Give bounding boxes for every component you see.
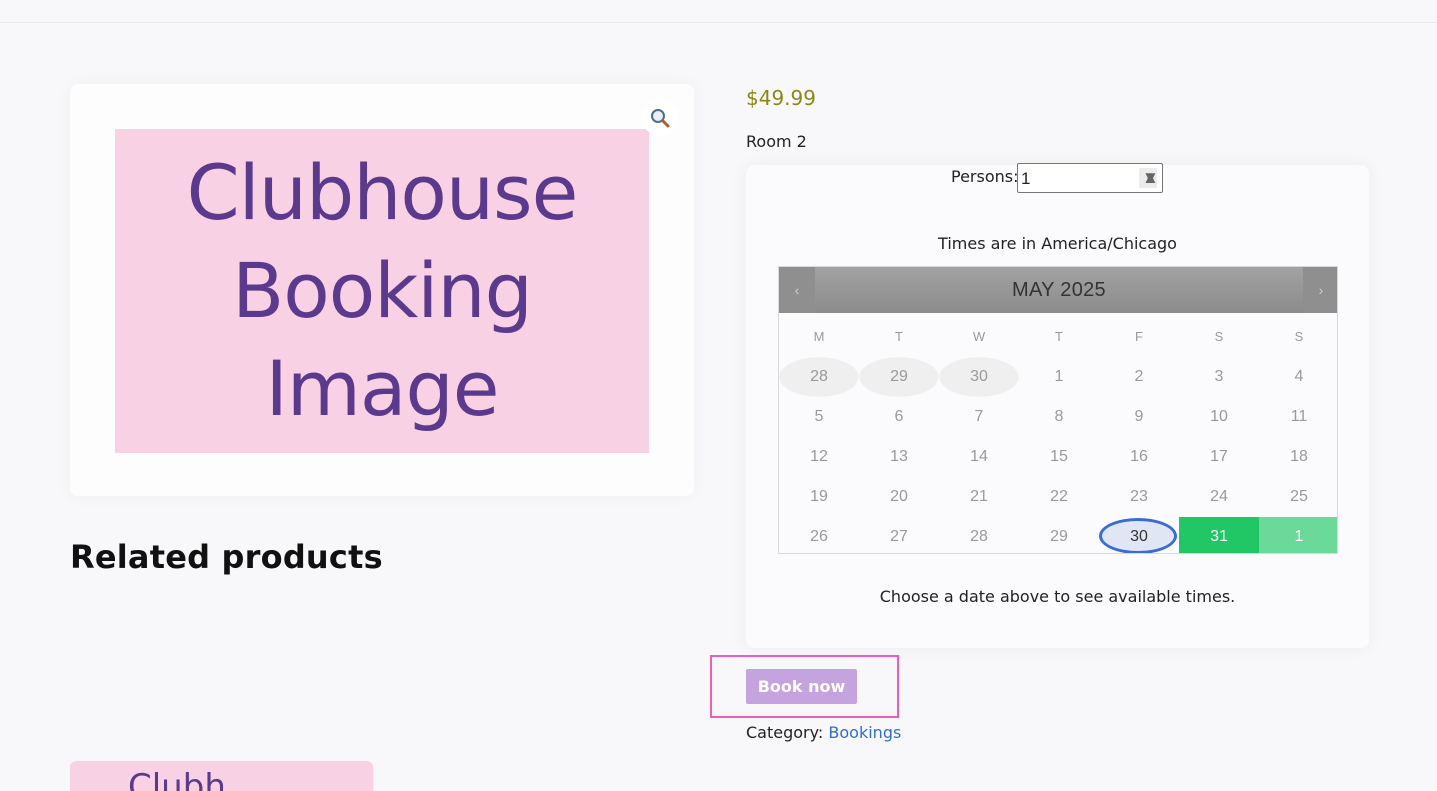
day-cell: 21 <box>970 488 988 505</box>
weekday-sun: S <box>1294 329 1304 344</box>
calendar-month-title: MAY 2025 <box>1012 279 1106 301</box>
day-cell: 1 <box>1054 368 1064 385</box>
persons-label: Persons: <box>951 167 1019 186</box>
day-cell: 12 <box>810 448 828 465</box>
day-cell: 16 <box>1130 448 1148 465</box>
weekday-mon: M <box>813 329 825 344</box>
day-cell: 15 <box>1050 448 1068 465</box>
calendar-grid: M T W T F S S 28 29 30 1 2 3 4 5 6 7 8 9… <box>779 317 1337 553</box>
day-cell: 29 <box>1050 528 1068 545</box>
timezone-note: Times are in America/Chicago <box>938 234 1177 253</box>
today-label: 30 <box>1130 528 1148 545</box>
spinner-down-icon[interactable]: ▼ <box>1142 169 1159 186</box>
top-bar <box>0 0 1437 23</box>
product-category: Category: Bookings <box>746 723 901 742</box>
day-cell: 7 <box>974 408 984 425</box>
day-cell: 11 <box>1290 408 1308 425</box>
day-cell: 10 <box>1210 408 1228 425</box>
day-cell: 29 <box>859 357 939 397</box>
calendar-header: ‹ MAY 2025 › <box>779 267 1337 313</box>
date-picker: ‹ MAY 2025 › M T W T F S S 28 29 30 1 2 … <box>778 266 1338 554</box>
product-image[interactable]: Clubhouse Booking Image <box>115 129 649 453</box>
day-cell: 26 <box>810 528 828 545</box>
day-cell: 25 <box>1290 488 1308 505</box>
day-cell-today: 30 <box>1099 517 1179 553</box>
image-line-3: Image <box>265 344 499 433</box>
persons-input[interactable]: 1 ▲ ▼ <box>1017 163 1163 193</box>
day-cell: 24 <box>1210 488 1228 505</box>
day-cell: 22 <box>1050 488 1068 505</box>
booking-form: Persons: 1 ▲ ▼ Times are in America/Chic… <box>746 163 1369 648</box>
day-cell: 6 <box>894 408 904 425</box>
weekday-tue: T <box>895 329 903 344</box>
day-cell: 5 <box>814 408 824 425</box>
product-image-card: Clubhouse Booking Image <box>70 84 694 496</box>
related-card-text: Clubh <box>128 767 226 791</box>
week-row: 26 27 28 29 30 31 1 <box>779 517 1337 553</box>
week-row: 28 29 30 1 2 3 4 <box>779 357 1337 397</box>
week-row: 12 13 14 15 16 17 18 <box>779 437 1337 477</box>
day-cell: 23 <box>1130 488 1148 505</box>
day-cell: 4 <box>1294 368 1304 385</box>
next-month-button[interactable]: › <box>1303 267 1337 313</box>
persons-value: 1 <box>1021 169 1031 188</box>
persons-spinner[interactable]: ▲ ▼ <box>1139 168 1159 188</box>
choose-date-note: Choose a date above to see available tim… <box>879 587 1236 606</box>
product-price: $49.99 <box>746 86 816 110</box>
day-cell: 13 <box>890 448 908 465</box>
day-cell: 27 <box>890 528 908 545</box>
day-cell: 19 <box>810 488 828 505</box>
day-cell: 28 <box>970 528 988 545</box>
related-products-heading: Related products <box>70 538 383 576</box>
week-row: 5 6 7 8 9 10 11 <box>779 397 1337 437</box>
day-cell: 18 <box>1290 448 1308 465</box>
day-cell: 9 <box>1134 408 1144 425</box>
week-row: 19 20 21 22 23 24 25 <box>779 477 1337 517</box>
category-link[interactable]: Bookings <box>828 723 901 742</box>
weekday-wed: W <box>972 329 986 344</box>
chevron-right-icon: › <box>1318 282 1324 298</box>
category-label: Category: <box>746 723 824 742</box>
day-cell: 20 <box>890 488 908 505</box>
day-cell-available[interactable]: 1 <box>1259 517 1337 553</box>
related-product-card[interactable]: Clubh <box>70 761 373 791</box>
day-cell: 30 <box>939 357 1019 397</box>
weekday-row: M T W T F S S <box>779 317 1337 357</box>
book-now-button[interactable]: Book now <box>746 669 857 704</box>
magnifier-icon <box>651 109 670 128</box>
day-cell-available[interactable]: 31 <box>1179 517 1259 553</box>
day-cell: 2 <box>1134 368 1144 385</box>
day-cell: 8 <box>1054 408 1064 425</box>
image-line-1: Clubhouse <box>186 148 579 237</box>
weekday-sat: S <box>1214 329 1224 344</box>
day-cell: 14 <box>970 448 988 465</box>
day-cell: 28 <box>779 357 859 397</box>
product-name: Room 2 <box>746 132 807 151</box>
image-line-2: Booking <box>232 246 533 335</box>
zoom-button[interactable] <box>642 100 678 136</box>
day-cell: 17 <box>1210 448 1228 465</box>
weekday-fri: F <box>1135 329 1143 344</box>
weekday-thu: T <box>1055 329 1063 344</box>
day-cell: 3 <box>1214 368 1224 385</box>
